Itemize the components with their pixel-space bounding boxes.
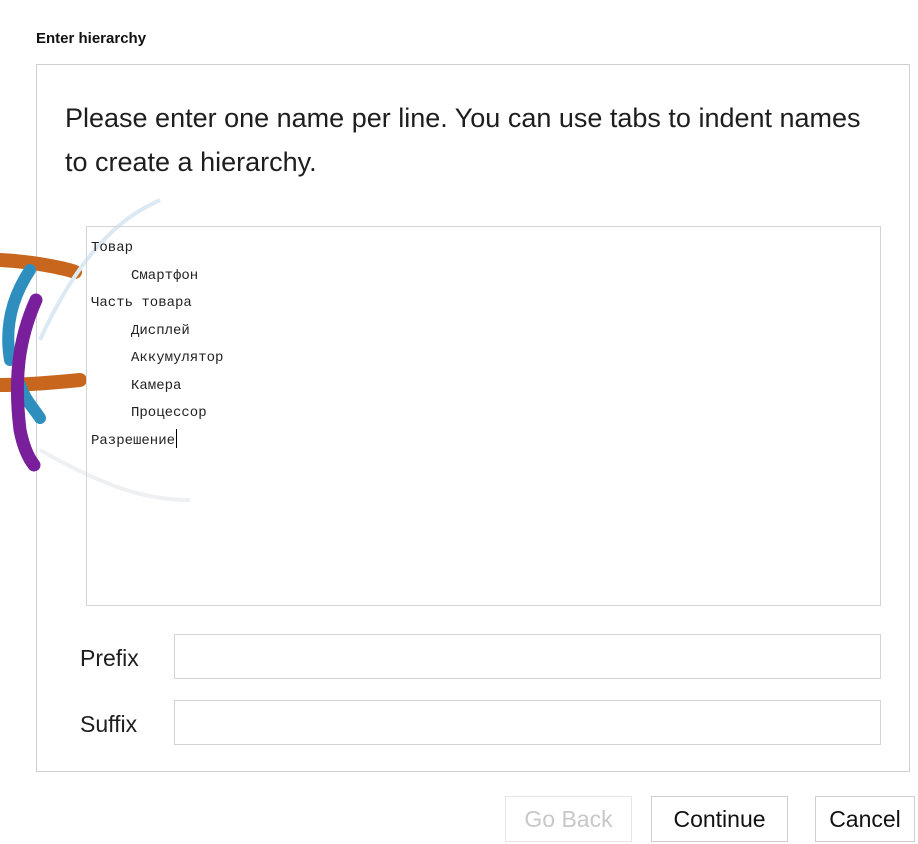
hierarchy-name-text: Смартфон [131,267,199,284]
hierarchy-name-line: Аккумулятор [91,345,876,373]
hierarchy-name-text: Аккумулятор [131,350,224,366]
hierarchy-name-line: Часть товара [91,290,876,318]
hierarchy-name-text: Процессор [131,405,207,421]
hierarchy-name-line: Камера [91,373,876,401]
hierarchy-name-line: Смартфон [91,263,876,291]
instructions-text: Please enter one name per line. You can … [65,103,861,177]
hierarchy-name-text: Камера [131,377,182,394]
prefix-label: Prefix [80,645,139,671]
go-back-button[interactable]: Go Back [505,796,632,842]
hierarchy-name-text: Товар [91,240,134,256]
suffix-input[interactable] [174,700,881,745]
names-textarea[interactable]: Товар Смартфон Часть товара Дисплей Аккумуля… [86,226,881,606]
hierarchy-name-line: Разрешение [91,428,876,456]
hierarchy-name-text: Часть товара [91,295,192,311]
hierarchy-name-line: Товар [91,235,876,263]
enter-hierarchy-dialog: Enter hierarchy Please enter one name pe… [0,0,918,844]
dialog-title: Enter hierarchy [36,30,147,47]
cancel-button[interactable]: Cancel [815,796,915,842]
hierarchy-name-line: Дисплей [91,318,876,346]
hierarchy-name-line: Процессор [91,400,876,428]
suffix-label: Suffix [80,711,138,737]
prefix-input[interactable] [174,634,881,679]
text-cursor [176,428,178,448]
continue-button[interactable]: Continue [651,796,788,842]
hierarchy-name-text: Разрешение [91,432,176,449]
hierarchy-name-text: Дисплей [131,322,190,339]
